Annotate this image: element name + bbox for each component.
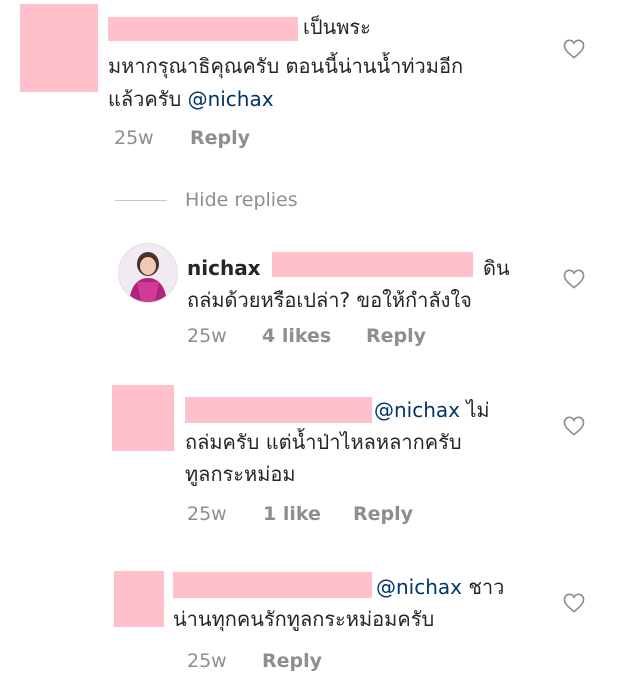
likes-count[interactable]: 1 like bbox=[263, 502, 321, 526]
reply-button[interactable]: Reply bbox=[366, 324, 426, 348]
reply-button[interactable]: Reply bbox=[190, 126, 250, 150]
reply-text: ชาว bbox=[468, 575, 505, 599]
username-redacted[interactable] bbox=[173, 572, 372, 598]
reply-button[interactable]: Reply bbox=[353, 502, 413, 526]
profile-avatar[interactable] bbox=[118, 243, 178, 303]
comment-text-line-3: แล้วครับ @nichax bbox=[108, 84, 274, 115]
comment-text-line-2: มหากรุณาธิคุณครับ ตอนนี้น่านน้ำท่วมอีก bbox=[108, 54, 464, 78]
reply-timestamp: 25w bbox=[187, 325, 227, 347]
mention-link[interactable]: @nichax bbox=[188, 87, 274, 111]
likes-count[interactable]: 4 likes bbox=[262, 324, 331, 348]
hide-replies-label[interactable]: Hide replies bbox=[185, 188, 298, 212]
comment-text: แล้วครับ bbox=[108, 87, 182, 111]
reply-text-line-3: ทูลกระหม่อม bbox=[185, 462, 296, 486]
reply-timestamp: 25w bbox=[187, 503, 227, 525]
heart-outline-icon[interactable] bbox=[563, 416, 585, 436]
heart-outline-icon[interactable] bbox=[563, 593, 585, 613]
reply-text-line-2: ถล่มครับ แต่น้ำป่าไหลหลากครับ bbox=[185, 430, 462, 454]
username-redacted[interactable] bbox=[108, 17, 298, 41]
avatar-redacted[interactable] bbox=[114, 571, 164, 627]
reply-text-line-1: @nichax ไม่ bbox=[374, 395, 490, 426]
mention-link[interactable]: @nichax bbox=[376, 575, 462, 599]
avatar-image bbox=[119, 244, 177, 302]
heart-outline-icon[interactable] bbox=[563, 39, 585, 59]
reply-timestamp: 25w bbox=[187, 650, 227, 672]
reply-text: ไม่ bbox=[466, 398, 490, 422]
reply-text-line-2: น่านทุกคนรักทูลกระหม่อมครับ bbox=[173, 607, 435, 631]
reply-text-line-1: @nichax ชาว bbox=[376, 572, 504, 603]
reply-username[interactable]: nichax bbox=[187, 253, 261, 284]
comment-text-line-1: เป็นพระ bbox=[303, 15, 371, 39]
divider-line bbox=[115, 200, 167, 201]
reply-text-line-2: ถล่มด้วยหรือเปล่า? ขอให้กำลังใจ bbox=[187, 288, 472, 312]
reply-text-line-1: ดิน bbox=[483, 256, 510, 280]
mention-link[interactable]: @nichax bbox=[374, 398, 460, 422]
avatar-redacted[interactable] bbox=[112, 385, 174, 451]
mention-redacted[interactable] bbox=[272, 252, 473, 277]
username-redacted[interactable] bbox=[185, 397, 372, 423]
avatar-redacted[interactable] bbox=[20, 4, 98, 92]
heart-outline-icon[interactable] bbox=[563, 269, 585, 289]
comment-timestamp: 25w bbox=[114, 127, 154, 149]
reply-button[interactable]: Reply bbox=[262, 649, 322, 673]
